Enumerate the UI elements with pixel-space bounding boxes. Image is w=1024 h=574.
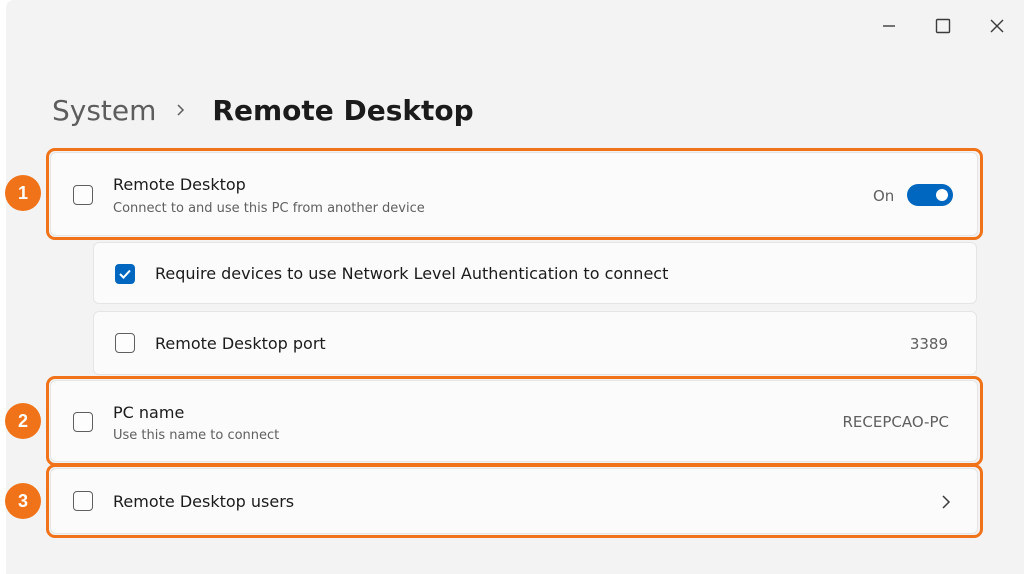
nla-checkbox[interactable] [115,264,135,284]
annotation-badge-3: 3 [5,483,41,519]
window-controls [862,0,1024,52]
annotation-highlight-1 [46,148,983,240]
remote-desktop-port-setting[interactable]: Remote Desktop port 3389 [93,311,977,375]
close-icon [990,19,1004,33]
breadcrumb: System Remote Desktop [52,90,474,130]
annotation-highlight-2 [46,376,983,466]
page-title: Remote Desktop [212,93,474,127]
close-button[interactable] [970,0,1024,52]
nla-setting[interactable]: Require devices to use Network Level Aut… [93,242,977,304]
minimize-button[interactable] [862,0,916,52]
breadcrumb-system-link[interactable]: System [52,94,156,127]
checkmark-icon [119,269,131,279]
nla-title: Require devices to use Network Level Aut… [155,264,669,283]
annotation-badge-1: 1 [5,175,41,211]
minimize-icon [883,25,895,27]
port-checkbox[interactable] [115,333,135,353]
annotation-badge-2: 2 [5,403,41,439]
settings-window: System Remote Desktop Remote Desktop Con… [6,0,1024,574]
port-value: 3389 [909,335,948,353]
maximize-icon [935,18,951,34]
chevron-right-icon [177,104,185,116]
annotation-highlight-3 [46,464,983,538]
port-title: Remote Desktop port [155,334,326,353]
breadcrumb-separator [176,103,186,117]
maximize-button[interactable] [916,0,970,52]
